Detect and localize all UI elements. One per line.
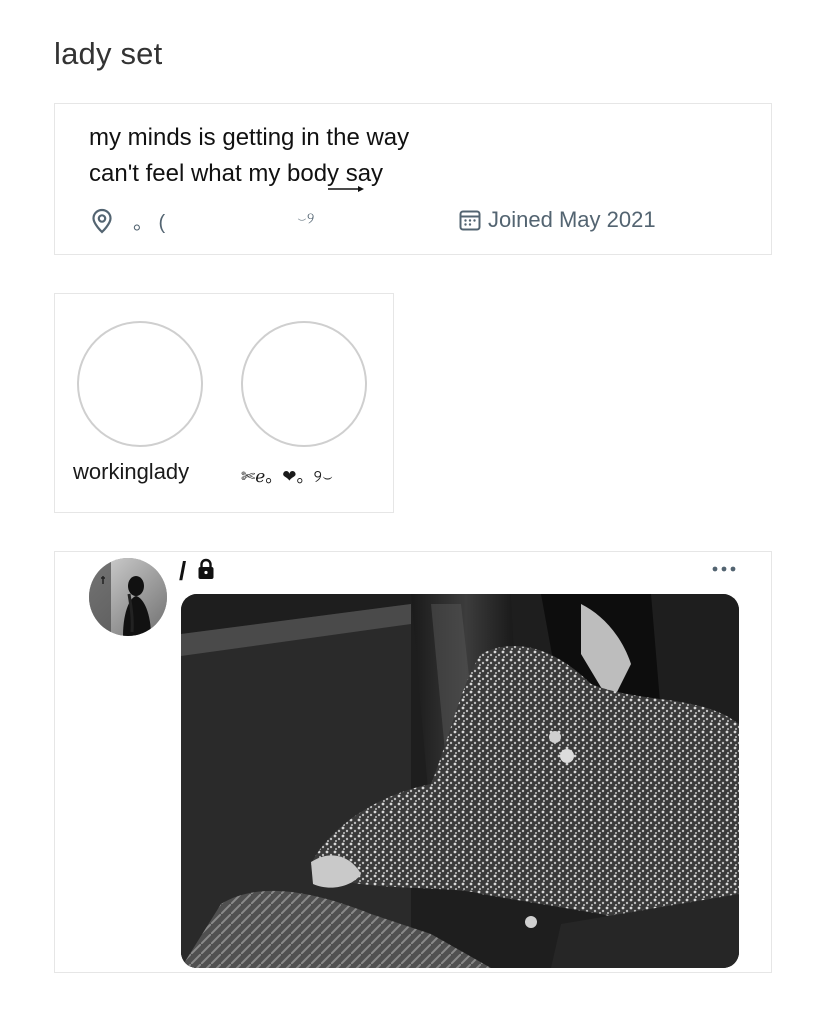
accounts-card: workinglady ✄ℯ。❤︎。୨⌣ xyxy=(54,293,394,513)
bio-card: my minds is getting in the way can't fee… xyxy=(54,103,772,255)
account-avatar-1[interactable] xyxy=(77,321,203,447)
account-avatar-2[interactable] xyxy=(241,321,367,447)
tweet-card[interactable]: / xyxy=(54,551,772,973)
tweet-author-handle[interactable]: / xyxy=(179,556,186,587)
location-text: 。 ( xyxy=(133,212,166,234)
account-name-2[interactable]: ✄ℯ。❤︎。୨⌣ xyxy=(241,462,333,487)
profile-meta-row: 。 ( ⌣୨ Joined May 2021 xyxy=(89,204,749,238)
location-decoration: ⌣୨ xyxy=(297,210,315,227)
bio-line-1: my minds is getting in the way xyxy=(89,124,410,151)
account-name-1[interactable]: workinglady xyxy=(73,459,189,485)
photo-content xyxy=(181,594,739,968)
tweet-media-photo[interactable] xyxy=(181,594,739,968)
more-options-icon[interactable] xyxy=(709,558,739,580)
avatar-photo xyxy=(89,558,167,636)
page-title: lady set xyxy=(54,36,163,71)
joined-date: Joined May 2021 xyxy=(488,207,656,232)
lock-icon xyxy=(198,558,214,579)
tweet-author-avatar[interactable] xyxy=(89,558,167,636)
calendar-icon xyxy=(459,210,481,231)
location-pin-icon xyxy=(92,208,112,234)
arrow-decoration-icon xyxy=(328,186,364,192)
